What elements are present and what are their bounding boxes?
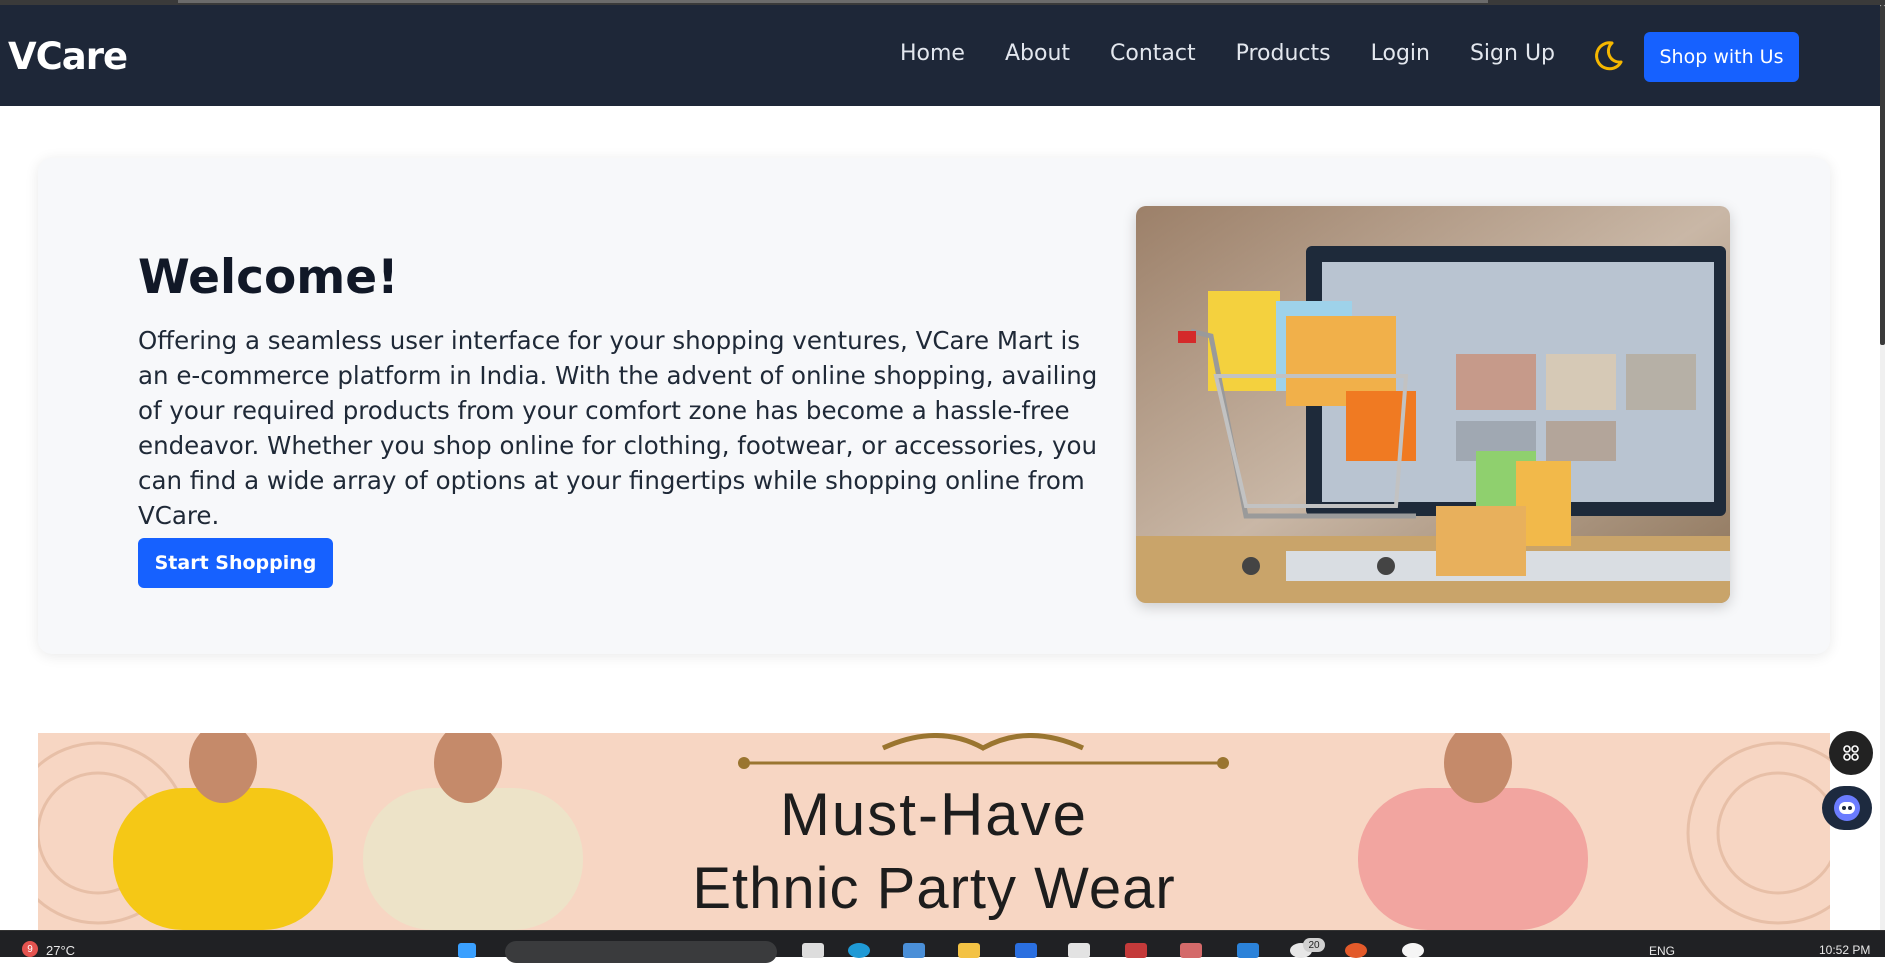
task-view-icon[interactable]	[802, 943, 824, 958]
promo-banner[interactable]: Must-Have Ethnic Party Wear	[38, 733, 1830, 930]
file-explorer-icon[interactable]	[958, 943, 980, 958]
nav-link-home[interactable]: Home	[900, 41, 965, 66]
grid-apps-icon[interactable]	[1829, 731, 1873, 775]
start-shopping-button[interactable]: Start Shopping	[138, 538, 333, 588]
scrollbar-thumb[interactable]	[1880, 5, 1885, 345]
nav-link-products[interactable]: Products	[1236, 41, 1331, 66]
store-icon[interactable]	[903, 943, 925, 958]
brand-logo[interactable]: VCare	[8, 35, 128, 78]
taskbar-search-box[interactable]	[505, 941, 777, 963]
weather-widget[interactable]: 27°C	[46, 943, 75, 958]
edge-browser-icon[interactable]	[848, 943, 870, 958]
moon-icon[interactable]	[1590, 38, 1626, 74]
vscode-icon[interactable]	[1237, 943, 1259, 958]
nav-link-signup[interactable]: Sign Up	[1470, 41, 1555, 66]
nav-links: Home About Contact Products Login Sign U…	[900, 41, 1595, 66]
hero-card: Welcome! Offering a seamless user interf…	[38, 158, 1830, 654]
app-icon-blue[interactable]	[1015, 943, 1037, 958]
nav-link-login[interactable]: Login	[1371, 41, 1430, 66]
nav-link-contact[interactable]: Contact	[1110, 41, 1196, 66]
language-indicator[interactable]: ENG	[1649, 944, 1675, 958]
hero-title: Welcome!	[138, 250, 399, 305]
mail-icon[interactable]	[1125, 943, 1147, 958]
browser-tab-strip	[178, 0, 1488, 3]
banner-heading-line1: Must-Have	[779, 781, 1089, 848]
app-icon-white[interactable]	[1402, 943, 1424, 958]
calendar-icon[interactable]	[1068, 943, 1090, 958]
hero-description: Offering a seamless user interface for y…	[138, 326, 1098, 530]
taskbar-clock[interactable]: 10:52 PM	[1819, 943, 1870, 957]
app-icon-orange[interactable]	[1345, 943, 1367, 958]
taskbar-badge: 20	[1303, 938, 1325, 952]
windows-start-icon[interactable]	[458, 943, 476, 958]
notification-badge[interactable]: 9	[22, 941, 38, 957]
navbar: VCare Home About Contact Products Login …	[0, 5, 1880, 106]
nav-link-about[interactable]: About	[1005, 41, 1070, 66]
shop-with-us-button[interactable]: Shop with Us	[1644, 32, 1799, 82]
shopping-cart-with-bags-image	[1136, 206, 1730, 603]
banner-heading-line2: Ethnic Party Wear	[692, 856, 1176, 921]
os-taskbar: 9 27°C 20 ENG 10:52 PM	[0, 930, 1885, 963]
pencil-icon[interactable]	[1180, 943, 1202, 958]
chat-bot-icon[interactable]	[1822, 786, 1872, 830]
